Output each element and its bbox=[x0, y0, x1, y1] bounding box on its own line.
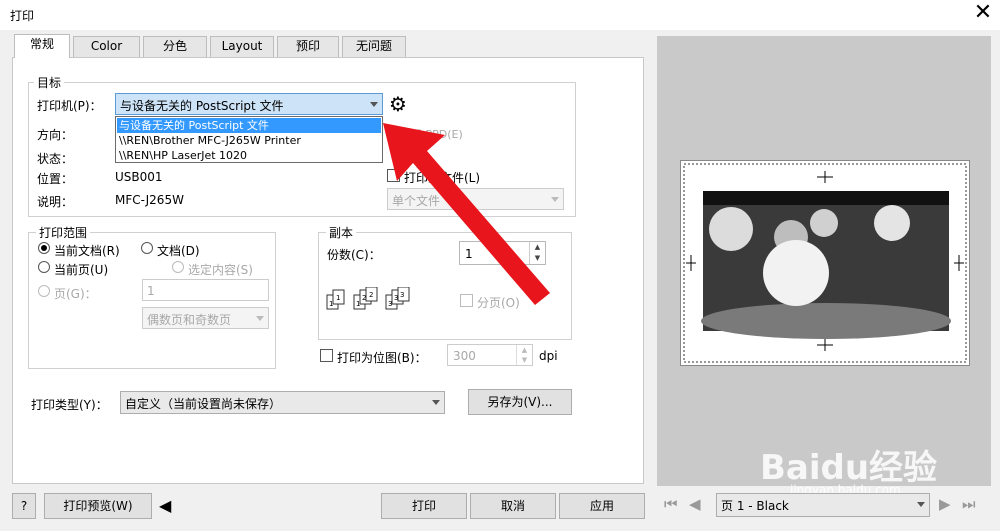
odd-even-combo[interactable]: 偶数页和奇数页 bbox=[142, 307, 269, 329]
page-selector[interactable]: 页 1 - Black bbox=[716, 493, 930, 517]
description-label: 说明： bbox=[37, 195, 74, 209]
document-radio[interactable] bbox=[141, 242, 153, 254]
printer-dropdown: 与设备无关的 PostScript 文件 \\REN\Brother MFC-J… bbox=[115, 116, 383, 163]
current-page-radio[interactable] bbox=[38, 261, 50, 273]
chevron-down-icon bbox=[370, 102, 378, 107]
tab-general[interactable]: 常规 bbox=[14, 34, 70, 58]
apply-button[interactable]: 应用 bbox=[559, 493, 645, 519]
dropdown-item[interactable]: \\REN\Brother MFC-J265W Printer bbox=[117, 133, 381, 148]
prev-page-icon[interactable]: ◀ bbox=[689, 495, 701, 513]
pages-label: 页(G)： bbox=[54, 287, 97, 301]
svg-text:1: 1 bbox=[329, 300, 333, 308]
selection-radio[interactable] bbox=[172, 261, 184, 273]
copies-label: 份数(C)： bbox=[327, 248, 381, 262]
preview-page bbox=[680, 160, 970, 366]
chevron-down-icon bbox=[917, 502, 925, 507]
tab-issues[interactable]: 无问题 bbox=[342, 36, 406, 57]
copies-legend: 副本 bbox=[326, 224, 357, 241]
collapse-preview-icon[interactable]: ◀ bbox=[159, 496, 171, 515]
selection-label: 选定内容(S) bbox=[188, 263, 253, 277]
print-type-value: 自定义（当前设置尚未保存） bbox=[125, 397, 282, 411]
direction-label: 方向： bbox=[37, 128, 74, 142]
tab-layout[interactable]: Layout bbox=[210, 36, 274, 57]
window-title: 打印 bbox=[10, 9, 35, 23]
save-as-button[interactable]: 另存为(V)... bbox=[468, 389, 572, 415]
location-value: USB001 bbox=[115, 170, 163, 184]
bitmap-checkbox[interactable] bbox=[320, 349, 333, 362]
odd-even-value: 偶数页和奇数页 bbox=[147, 313, 232, 327]
red-arrow-annotation bbox=[383, 123, 550, 305]
current-doc-radio[interactable] bbox=[38, 242, 50, 254]
printer-combo[interactable]: 与设备无关的 PostScript 文件 bbox=[115, 93, 383, 115]
svg-text:1: 1 bbox=[356, 300, 360, 308]
svg-text:2: 2 bbox=[362, 294, 366, 302]
printer-label: 打印机(P)： bbox=[37, 99, 102, 113]
bitmap-label: 打印为位图(B)： bbox=[337, 351, 427, 365]
current-doc-label: 当前文档(R) bbox=[54, 244, 120, 258]
pages-radio[interactable] bbox=[38, 285, 50, 297]
dropdown-item[interactable]: \\REN\HP LaserJet 1020 bbox=[117, 148, 381, 163]
document-label: 文档(D) bbox=[157, 244, 200, 258]
tab-color[interactable]: Color bbox=[73, 36, 140, 57]
help-button[interactable]: ? bbox=[12, 493, 36, 519]
first-page-icon[interactable]: ⏮ bbox=[664, 495, 678, 513]
last-page-icon[interactable]: ⏭ bbox=[962, 495, 976, 513]
chevron-down-icon bbox=[256, 316, 264, 321]
dpi-spinner[interactable]: 300 ▲ ▼ bbox=[447, 344, 533, 366]
svg-text:1: 1 bbox=[336, 294, 340, 302]
print-preview-button[interactable]: 打印预览(W) bbox=[44, 493, 152, 519]
target-legend: 目标 bbox=[34, 74, 65, 91]
pages-input-value: 1 bbox=[147, 284, 155, 298]
dpi-unit: dpi bbox=[539, 349, 558, 363]
next-page-icon[interactable]: ▶ bbox=[939, 495, 951, 513]
spinner-arrows-icon[interactable]: ▲ ▼ bbox=[516, 345, 532, 365]
tab-prepress[interactable]: 预印 bbox=[277, 36, 339, 57]
gear-icon[interactable]: ⚙ bbox=[389, 94, 407, 114]
tab-separations[interactable]: 分色 bbox=[143, 36, 207, 57]
current-page-label: 当前页(U) bbox=[54, 263, 109, 277]
cancel-button[interactable]: 取消 bbox=[470, 493, 556, 519]
status-label: 状态： bbox=[37, 152, 74, 166]
printer-value: 与设备无关的 PostScript 文件 bbox=[120, 99, 284, 113]
title-bar bbox=[0, 0, 1000, 30]
page-value: 页 1 - Black bbox=[721, 499, 789, 513]
description-value: MFC-J265W bbox=[115, 193, 184, 207]
dropdown-item[interactable]: 与设备无关的 PostScript 文件 bbox=[117, 118, 381, 133]
pages-input[interactable]: 1 bbox=[142, 279, 269, 301]
location-label: 位置： bbox=[37, 172, 74, 186]
range-legend: 打印范围 bbox=[36, 224, 91, 241]
close-icon[interactable]: ✕ bbox=[970, 1, 996, 27]
dpi-value: 300 bbox=[453, 349, 476, 363]
svg-text:2: 2 bbox=[369, 291, 373, 299]
print-button[interactable]: 打印 bbox=[381, 493, 467, 519]
preview-image bbox=[683, 163, 967, 363]
watermark-logo: Baidu经验 bbox=[760, 448, 938, 488]
chevron-down-icon bbox=[432, 400, 440, 405]
print-type-label: 打印类型(Y)： bbox=[31, 398, 108, 412]
print-type-combo[interactable]: 自定义（当前设置尚未保存） bbox=[120, 391, 445, 414]
